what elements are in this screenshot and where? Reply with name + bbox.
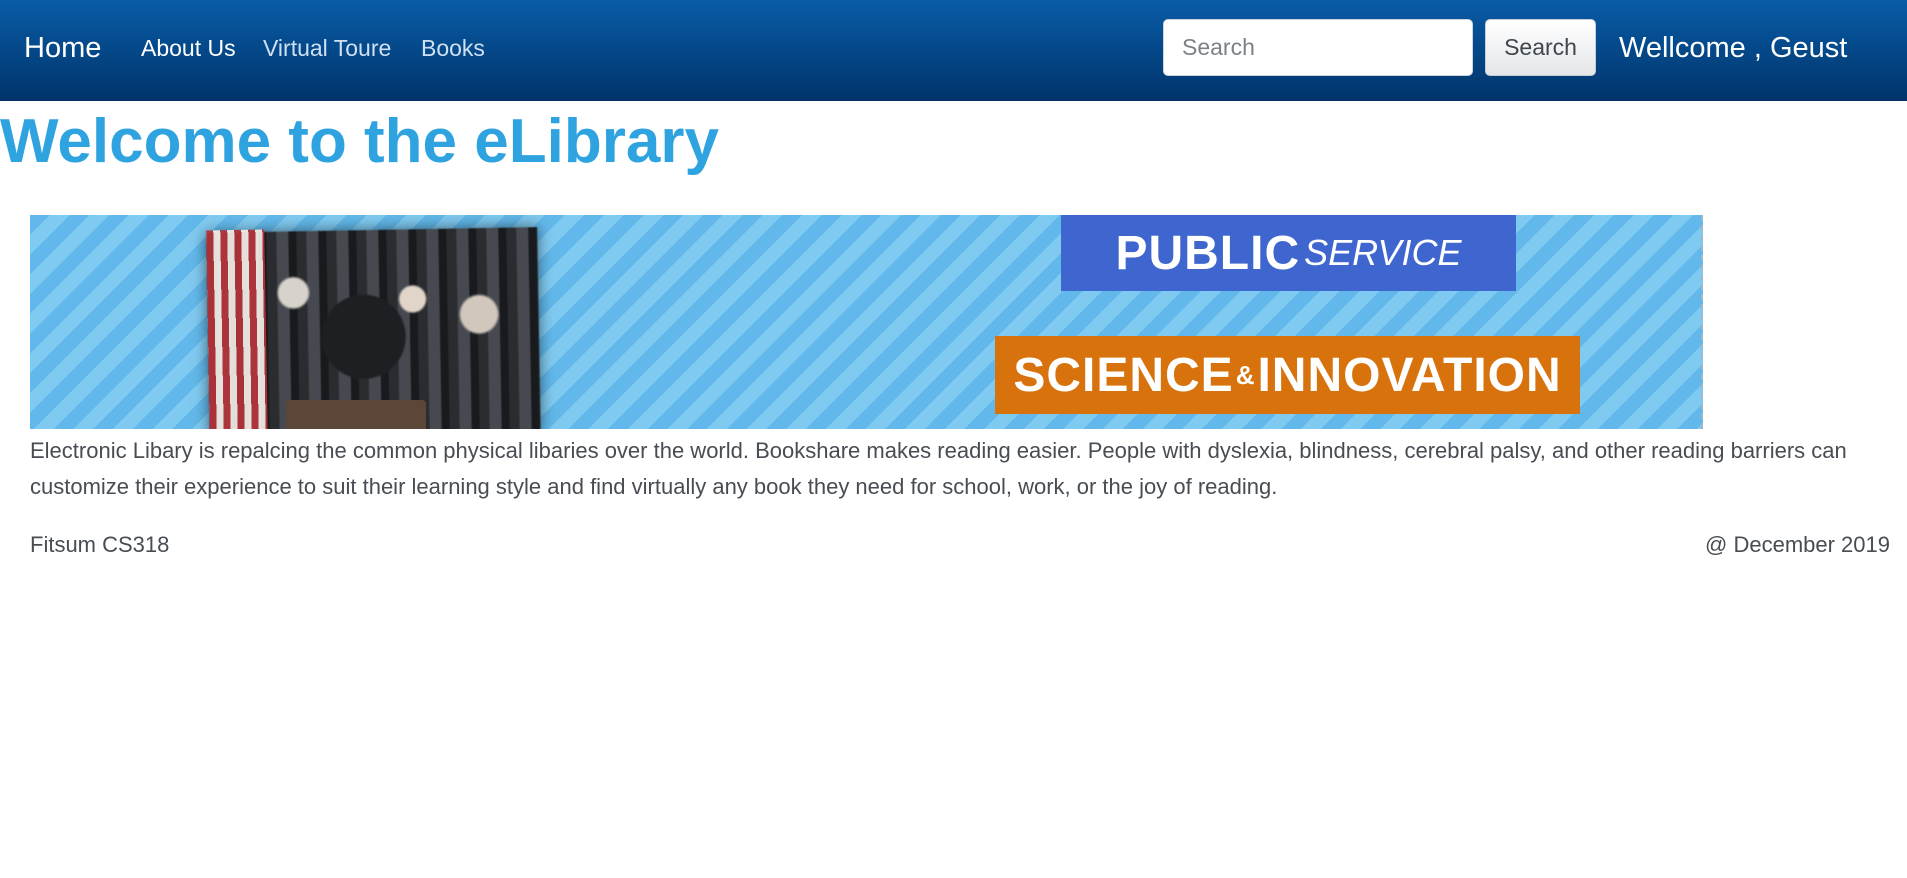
top-navbar: Home About Us Virtual Toure Books Search… — [0, 0, 1907, 101]
search-button[interactable]: Search — [1485, 19, 1596, 76]
public-service-tag-rest: SERVICE — [1304, 232, 1462, 273]
banner-edge — [1699, 215, 1703, 429]
intro-paragraph: Electronic Libary is repalcing the commo… — [30, 438, 1847, 499]
banner-photo-flag — [206, 229, 268, 429]
public-service-tag: PUBLIC SERVICE — [1061, 215, 1516, 291]
welcome-user-text: Wellcome , Geust — [1619, 32, 1848, 64]
nav-link-about-us[interactable]: About Us — [141, 33, 236, 63]
science-innovation-tag: SCIENCE & INNOVATION — [995, 336, 1580, 414]
page-title: Welcome to the eLibrary — [0, 107, 719, 176]
public-service-tag-bold: PUBLIC — [1115, 226, 1301, 280]
nav-link-virtual-toure[interactable]: Virtual Toure — [263, 33, 391, 63]
nav-link-books[interactable]: Books — [421, 33, 485, 63]
home-link[interactable]: Home — [24, 30, 101, 66]
banner-photo-podium — [286, 400, 426, 429]
banner-image: PUBLIC SERVICE SCIENCE & INNOVATION — [30, 215, 1703, 429]
footer-author: Fitsum CS318 — [30, 532, 170, 557]
footer-date: @ December 2019 — [1705, 532, 1890, 557]
search-input[interactable] — [1163, 19, 1473, 76]
science-innovation-tag-right: INNOVATION — [1257, 348, 1562, 402]
science-innovation-tag-left: SCIENCE — [1013, 348, 1234, 402]
science-innovation-tag-amp: & — [1235, 359, 1256, 390]
